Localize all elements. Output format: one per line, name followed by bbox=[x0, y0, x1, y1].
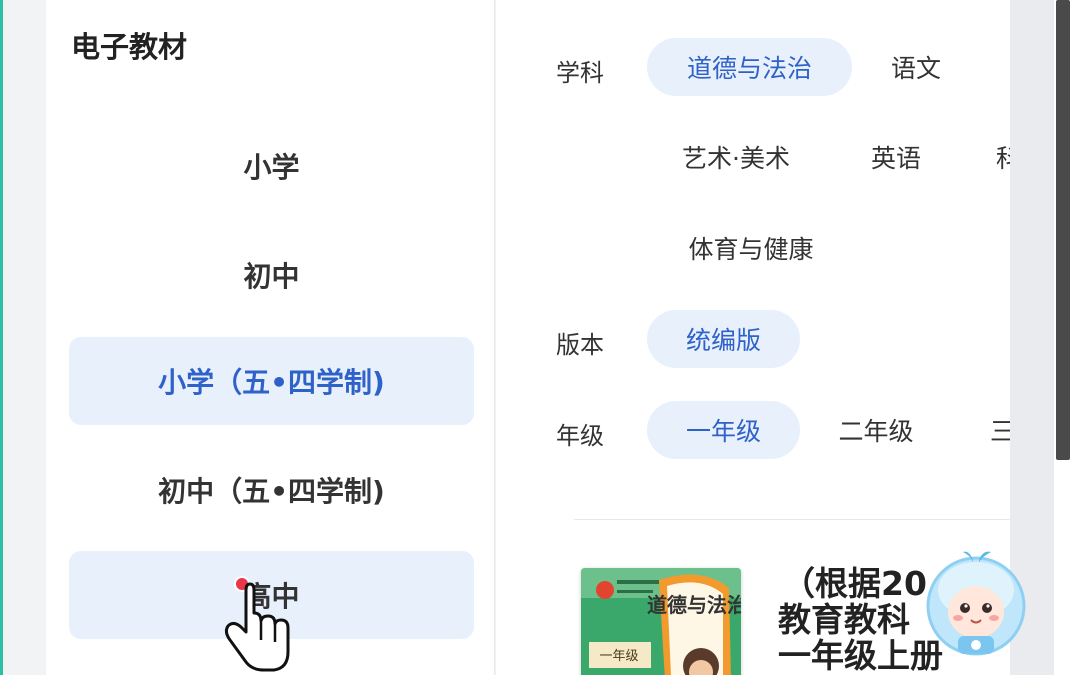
chip-subject-morality[interactable]: 道德与法治 bbox=[647, 38, 852, 96]
level-item-label: 小学（五•四学制) bbox=[158, 366, 385, 399]
cover-grade: 一年级 bbox=[599, 649, 638, 664]
scrollbar-thumb[interactable] bbox=[1056, 0, 1070, 460]
book-title-line3: 一年级上册 bbox=[778, 636, 943, 675]
level-item-primary-54[interactable]: 小学（五•四学制) bbox=[69, 337, 474, 425]
chip-grade-1[interactable]: 一年级 bbox=[647, 401, 800, 459]
level-item-junior-54[interactable]: 初中（五•四学制) bbox=[69, 446, 474, 534]
level-item-label: 小学 bbox=[243, 151, 300, 184]
panel-title: 电子教材 bbox=[71, 30, 188, 64]
chip-subject-chinese[interactable]: 语文 bbox=[871, 38, 961, 96]
hand-cursor-icon bbox=[212, 570, 294, 675]
chip-subject-pe[interactable]: 体育与健康 bbox=[671, 219, 831, 277]
book-cover-image[interactable]: 道德与法治 一年级 bbox=[581, 568, 741, 675]
chip-grade-3[interactable]: 三年级 bbox=[974, 401, 1010, 459]
chip-edition-tongbian[interactable]: 统编版 bbox=[647, 310, 800, 368]
level-item-primary[interactable]: 小学 bbox=[69, 122, 474, 210]
subject-label: 学科 bbox=[556, 59, 604, 87]
chip-subject-chinese-2[interactable]: 语文 bbox=[996, 38, 1010, 96]
level-item-label: 初中（五•四学制) bbox=[158, 475, 385, 508]
level-item-label: 初中 bbox=[243, 260, 300, 293]
book-title-line2: 教育教科 bbox=[778, 600, 910, 639]
assistant-mascot-icon[interactable] bbox=[925, 548, 1027, 660]
book-title-line1: （根据20 bbox=[782, 564, 927, 603]
chip-subject-english[interactable]: 英语 bbox=[851, 128, 941, 186]
level-item-junior[interactable]: 初中 bbox=[69, 231, 474, 319]
chip-subject-science[interactable]: 科学 bbox=[981, 128, 1010, 186]
chip-grade-2[interactable]: 二年级 bbox=[821, 401, 931, 459]
chip-subject-art[interactable]: 艺术·美术 bbox=[671, 128, 801, 186]
edition-label: 版本 bbox=[556, 331, 604, 359]
cover-title: 道德与法治 bbox=[647, 593, 741, 617]
grade-label: 年级 bbox=[556, 422, 604, 450]
divider bbox=[574, 519, 1010, 520]
window-edge bbox=[0, 0, 3, 675]
